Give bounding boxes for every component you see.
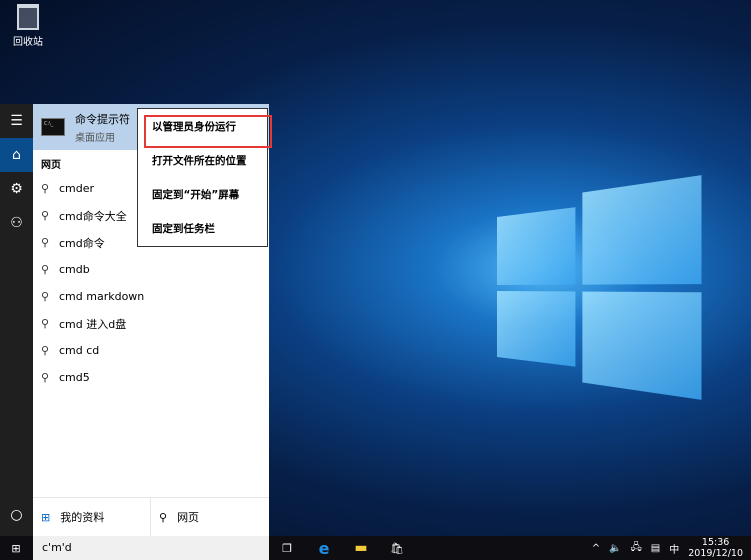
start-rail: ☰ ⌂ ⚙ ⚇ ○ [0,104,33,536]
recycle-bin-icon [17,4,39,30]
ime-indicator[interactable]: 中 [669,541,679,556]
file-explorer-icon[interactable]: ▬ [349,536,373,560]
suggestion-label: cmd5 [59,371,90,384]
search-icon: ⚲ [41,290,50,303]
best-match-subtitle: 桌面应用 [75,132,115,144]
search-icon: ⚲ [41,263,50,276]
suggestion-label: cmd命令 [59,236,105,250]
network-icon[interactable]: 🖧 [631,540,642,557]
settings-gear-icon[interactable]: ⚙ [0,172,33,206]
windows-wallpaper-logo [497,175,702,400]
suggestion-item[interactable]: ⚲ cmd5 [33,364,269,391]
date: 2019/12/10 [688,548,743,559]
menu-pin-to-taskbar[interactable]: 固定到任务栏 [138,211,267,245]
my-profile-button[interactable]: ⊞ 我的资料 [33,498,151,536]
search-icon: ⚲ [41,317,50,330]
search-icon: ⚲ [159,510,168,524]
search-icon: ⚲ [41,371,50,384]
feedback-icon[interactable]: ⚇ [0,206,33,240]
suggestion-item[interactable]: ⚲ cmdb [33,256,269,283]
chevron-up-icon[interactable]: ^ [592,543,600,554]
windows-icon: ⊞ [41,510,51,524]
suggestion-item[interactable]: ⚲ cmd markdown [33,283,269,310]
suggestion-item[interactable]: ⚲ cmd 进入d盘 [33,310,269,337]
suggestion-label: cmdb [59,263,90,276]
edge-icon[interactable]: e [312,536,336,560]
suggestion-item[interactable]: ⚲ cmd cd [33,337,269,364]
suggestion-label: cmd命令大全 [59,209,127,223]
highlight-box [144,115,272,148]
store-icon[interactable]: 🛍 [385,536,409,560]
suggestion-label: cmd 进入d盘 [59,317,127,331]
suggestion-label: cmder [59,182,95,195]
volume-icon[interactable]: 🔈 [609,543,621,554]
taskbar-search-input[interactable]: c'm'd [33,536,269,560]
start-button-windows-icon[interactable]: ⊞ [4,536,28,560]
command-prompt-icon: C:\_ [41,118,65,136]
menu-pin-to-start[interactable]: 固定到“开始”屏幕 [138,177,267,211]
time: 15:36 [701,537,730,548]
best-match-title: 命令提示符 [75,112,130,126]
notification-icon[interactable]: ▤ [651,543,660,554]
web-label: 网页 [177,511,200,524]
taskbar: ⊞ c'm'd ❐ e ▬ 🛍 ^ 🔈 🖧 ▤ 中 15:36 2019/12/1… [0,536,751,560]
menu-open-file-location[interactable]: 打开文件所在的位置 [138,143,267,177]
search-icon: ⚲ [41,344,50,357]
web-search-button[interactable]: ⚲ 网页 [151,498,269,536]
my-profile-label: 我的资料 [60,511,105,524]
clock[interactable]: 15:36 2019/12/10 [688,537,743,559]
context-menu: 以管理员身份运行 打开文件所在的位置 固定到“开始”屏幕 固定到任务栏 [137,108,272,247]
recycle-bin[interactable]: 回收站 [8,4,48,48]
task-view-icon[interactable]: ❐ [275,536,299,560]
suggestion-label: cmd markdown [59,290,145,303]
home-icon[interactable]: ⌂ [0,138,33,172]
suggestion-label: cmd cd [59,344,100,357]
cortana-circle-icon[interactable]: ○ [0,498,33,532]
hamburger-menu-icon[interactable]: ☰ [0,104,33,138]
recycle-bin-label: 回收站 [13,37,43,48]
search-icon: ⚲ [41,182,50,195]
search-icon: ⚲ [41,209,50,222]
search-icon: ⚲ [41,236,50,249]
